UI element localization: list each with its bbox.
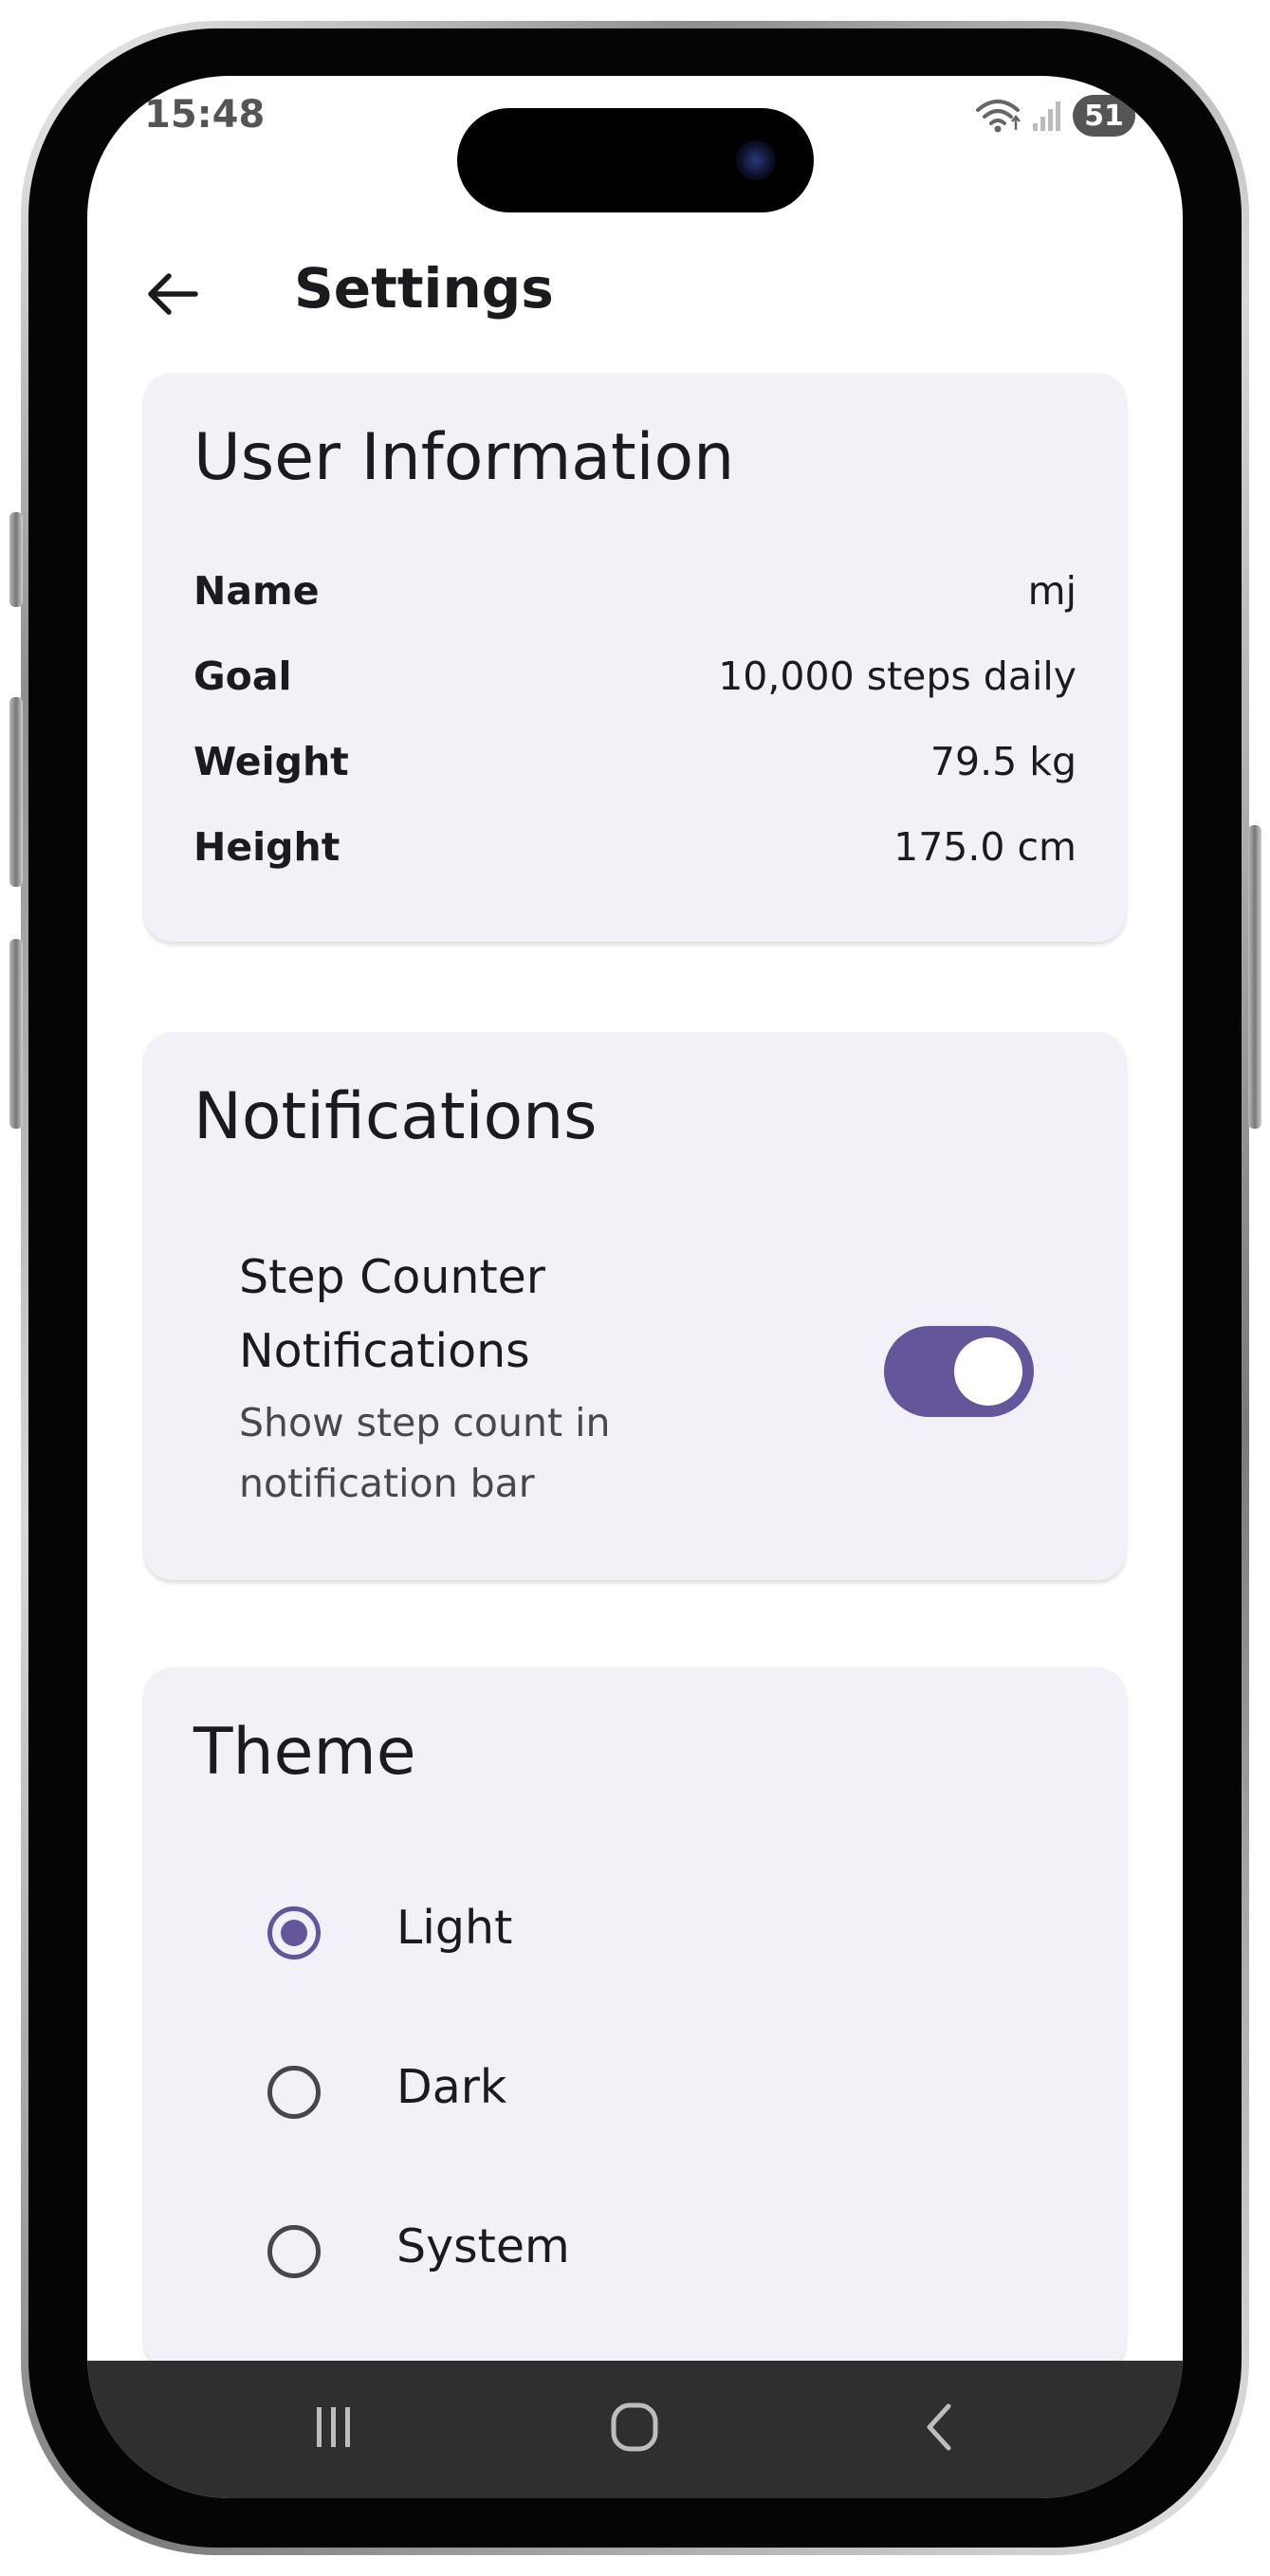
info-value: mj	[1027, 568, 1077, 614]
notifications-title: Notifications	[193, 1079, 598, 1154]
info-row-name: Name mj	[193, 562, 1077, 619]
power-button	[1248, 825, 1261, 1129]
info-row-height: Height 175.0 cm	[193, 819, 1077, 875]
volume-up-button	[9, 697, 23, 887]
recents-icon	[317, 2407, 350, 2447]
notification-setting-title: Step Counter Notifications	[239, 1250, 545, 1378]
info-row-goal: Goal 10,000 steps daily	[193, 648, 1077, 705]
theme-option-label: System	[396, 2219, 570, 2273]
info-label: Height	[193, 824, 341, 870]
theme-card: Theme Light Dark System	[144, 1667, 1126, 2369]
theme-title: Theme	[193, 1715, 416, 1790]
dynamic-island	[457, 108, 814, 212]
battery-icon: 51	[1073, 95, 1135, 137]
back-button[interactable]	[135, 256, 211, 332]
user-information-title: User Information	[193, 420, 735, 495]
user-information-card: User Information Name mj Goal 10,000 ste…	[144, 373, 1126, 942]
info-label: Goal	[193, 653, 292, 699]
home-icon	[611, 2402, 658, 2452]
status-time: 15:48	[144, 93, 266, 137]
wifi-icon	[976, 100, 1021, 133]
radio-button[interactable]	[267, 1906, 321, 1960]
app-bar: Settings	[87, 237, 1183, 341]
page-title: Settings	[294, 256, 554, 321]
chevron-left-icon	[927, 2403, 951, 2451]
notifications-card: Notifications Step Counter Notifications…	[144, 1032, 1126, 1580]
info-value: 79.5 kg	[929, 739, 1077, 784]
radio-button[interactable]	[267, 2225, 321, 2278]
arrow-left-icon	[148, 273, 198, 315]
notification-setting-subtitle: Show step count in notification bar	[239, 1400, 611, 1506]
info-label: Name	[193, 568, 320, 614]
phone-screen: 15:48 51 Settings User Information Name …	[87, 76, 1183, 2498]
theme-option-dark[interactable]: Dark	[144, 2037, 1126, 2151]
action-button	[9, 512, 23, 607]
step-notifications-toggle[interactable]	[884, 1326, 1034, 1417]
info-value: 175.0 cm	[893, 824, 1077, 870]
info-label: Weight	[193, 739, 349, 784]
system-back-button[interactable]	[901, 2389, 977, 2465]
recents-button[interactable]	[296, 2389, 372, 2465]
radio-button[interactable]	[267, 2066, 321, 2119]
home-button[interactable]	[597, 2389, 672, 2465]
signal-icon	[1033, 101, 1060, 131]
toggle-knob	[954, 1337, 1022, 1406]
theme-option-label: Dark	[396, 2060, 507, 2114]
theme-option-light[interactable]: Light	[144, 1878, 1126, 1992]
front-camera-icon	[736, 140, 776, 180]
status-icons: 51	[974, 95, 1135, 137]
info-value: 10,000 steps daily	[718, 653, 1077, 699]
info-row-weight: Weight 79.5 kg	[193, 733, 1077, 790]
volume-down-button	[9, 939, 23, 1129]
theme-option-label: Light	[396, 1901, 513, 1955]
system-navigation-bar	[87, 2361, 1183, 2498]
theme-option-system[interactable]: System	[144, 2197, 1126, 2310]
